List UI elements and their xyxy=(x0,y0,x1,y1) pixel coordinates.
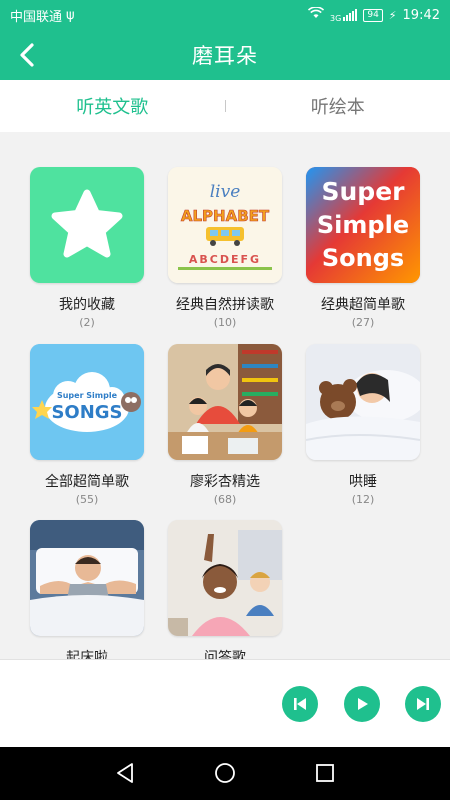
alphabet-cover-art: live ALPHABET ABCDEFG xyxy=(168,167,282,283)
album-card-super-simple-classic[interactable]: Super Simple Songs 经典超简单歌 (27) xyxy=(305,167,421,329)
album-count: (55) xyxy=(75,493,99,506)
clock: 19:42 xyxy=(402,7,440,23)
carrier-label: 中国联通 xyxy=(10,9,63,25)
cover-text-songs: Songs xyxy=(322,244,404,272)
album-title: 我的收藏 xyxy=(59,297,115,313)
usb-icon: ψ xyxy=(66,7,75,23)
family-photo-cover-art xyxy=(168,344,282,460)
album-title: 全部超简单歌 xyxy=(45,474,129,490)
star-icon xyxy=(51,189,123,258)
previous-button[interactable] xyxy=(282,686,318,722)
nav-home-button[interactable] xyxy=(213,761,237,785)
cover-text-super: Super xyxy=(322,177,406,206)
album-cover xyxy=(168,344,282,460)
album-cover: Super Simple Songs xyxy=(306,167,420,283)
chevron-left-icon xyxy=(20,43,34,67)
charging-icon: ⚡ xyxy=(388,8,397,22)
circle-home-icon xyxy=(215,763,235,783)
sleeping-child-cover-art xyxy=(306,344,420,460)
status-bar: 中国联通 ψ 3G 94 ⚡ 19:42 xyxy=(0,0,450,30)
album-card-liao-caixing[interactable]: 廖彩杏精选 (68) xyxy=(167,344,283,506)
tab-bar: 听英文歌 听绘本 xyxy=(0,80,450,132)
battery-icon: 94 xyxy=(363,8,383,22)
classroom-cover-art xyxy=(168,520,282,636)
album-title: 经典超简单歌 xyxy=(321,297,405,313)
cover-text-simple: Simple xyxy=(317,211,409,239)
album-count: (12) xyxy=(351,493,375,506)
album-cover xyxy=(30,520,144,636)
cover-text-live: live xyxy=(210,182,241,202)
album-count: (68) xyxy=(213,493,237,506)
play-icon xyxy=(358,698,368,710)
album-title: 问答歌 xyxy=(204,650,246,659)
album-count: (27) xyxy=(351,316,375,329)
album-cover: Super Simple SONGS xyxy=(30,344,144,460)
album-card-super-simple-all[interactable]: Super Simple SONGS 全部超简单歌 (55) xyxy=(29,344,145,506)
signal-icon xyxy=(343,9,358,21)
skip-next-icon xyxy=(417,698,429,710)
album-card-phonics[interactable]: live ALPHABET ABCDEFG 经典自然拼读歌 (10) xyxy=(167,167,283,329)
play-button[interactable] xyxy=(344,686,380,722)
square-recents-icon xyxy=(316,764,334,782)
triangle-back-icon xyxy=(117,763,133,783)
album-count: (2) xyxy=(79,316,95,329)
player-bar xyxy=(0,659,450,747)
album-cover xyxy=(306,344,420,460)
album-card-sleep[interactable]: 哄睡 (12) xyxy=(305,344,421,506)
cover-text-songs: SONGS xyxy=(51,402,122,423)
cover-text-letters: ABCDEFG xyxy=(189,253,261,266)
tab-english-songs[interactable]: 听英文歌 xyxy=(0,93,225,119)
app-bar: 磨耳朵 xyxy=(0,30,450,80)
waking-child-cover-art xyxy=(30,520,144,636)
next-button[interactable] xyxy=(405,686,441,722)
system-nav-bar xyxy=(0,747,450,800)
nav-recents-button[interactable] xyxy=(313,761,337,785)
songs-cloud-cover-art: Super Simple SONGS xyxy=(30,344,144,460)
nav-back-button[interactable] xyxy=(113,761,137,785)
album-count: (10) xyxy=(213,316,237,329)
album-title: 经典自然拼读歌 xyxy=(176,297,274,313)
back-button[interactable] xyxy=(10,38,44,72)
super-simple-cover-art: Super Simple Songs xyxy=(306,167,420,283)
album-grid: 我的收藏 (2) live ALPHABET ABCDEFG 经典自然拼读歌 (… xyxy=(0,132,450,659)
wifi-icon xyxy=(308,6,325,23)
skip-previous-icon xyxy=(294,698,306,710)
album-title: 起床啦 xyxy=(66,650,108,659)
album-cover xyxy=(168,520,282,636)
tab-picture-books[interactable]: 听绘本 xyxy=(226,93,450,119)
cover-text-alphabet: ALPHABET xyxy=(181,207,270,225)
page-title: 磨耳朵 xyxy=(192,44,258,68)
cover-text-super-simple: Super Simple xyxy=(57,391,118,400)
network-type-label: 3G xyxy=(330,14,342,23)
album-cover xyxy=(30,167,144,283)
album-card-wake-up[interactable]: 起床啦 xyxy=(29,520,145,659)
album-card-qa-songs[interactable]: 问答歌 xyxy=(167,520,283,659)
album-title: 哄睡 xyxy=(349,474,377,490)
album-card-favorites[interactable]: 我的收藏 (2) xyxy=(29,167,145,329)
album-title: 廖彩杏精选 xyxy=(190,474,260,490)
album-cover: live ALPHABET ABCDEFG xyxy=(168,167,282,283)
